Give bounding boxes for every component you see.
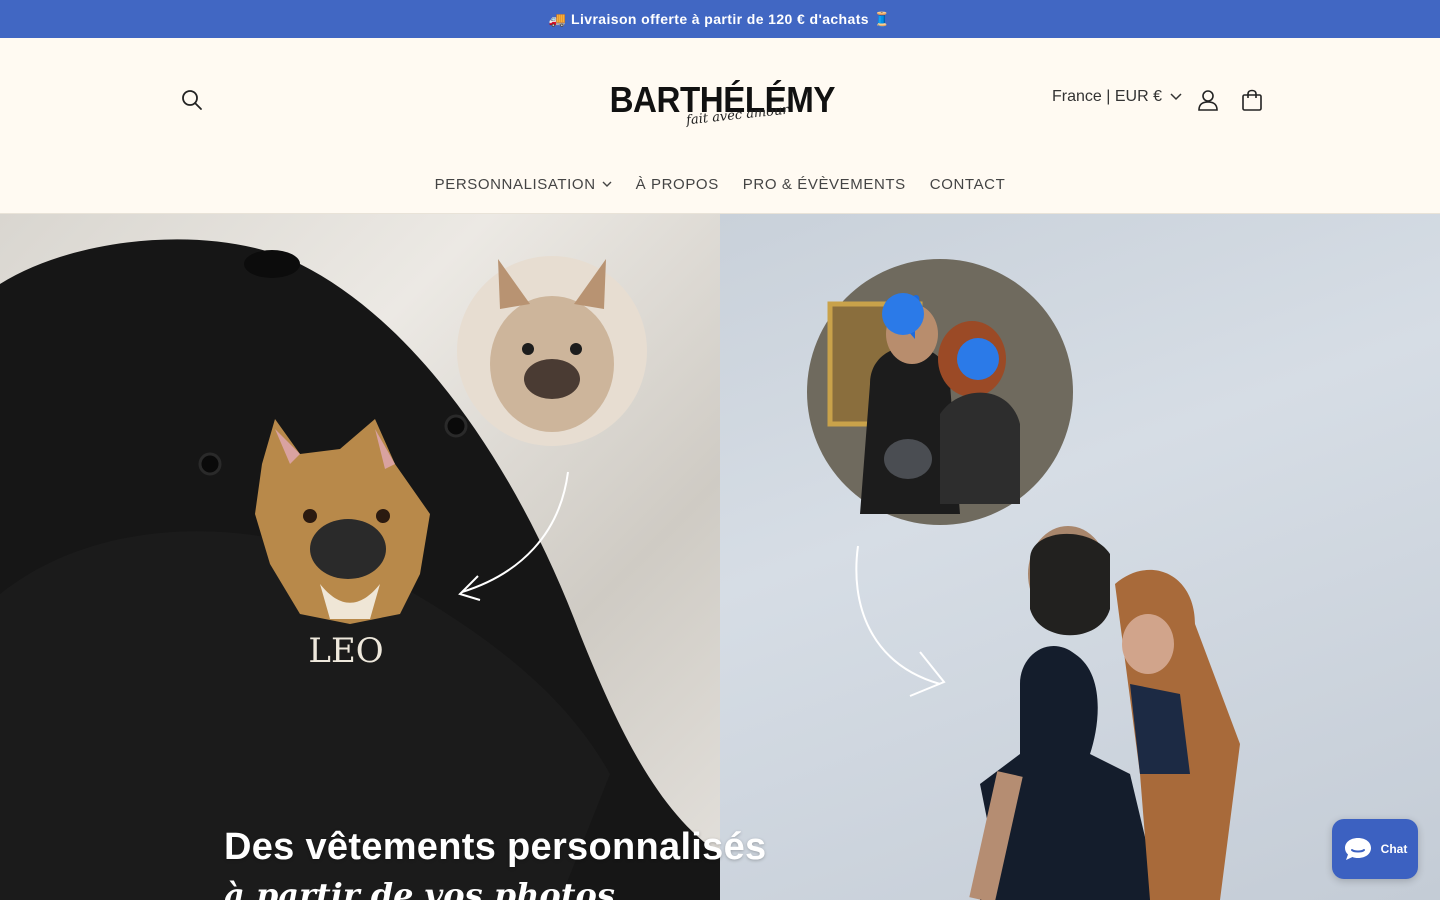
announcement-text: 🚚 Livraison offerte à partir de 120 € d'… — [548, 10, 892, 27]
shirt-illustration — [807, 259, 1240, 900]
nav-item-label: PERSONNALISATION — [434, 176, 596, 193]
site-logo[interactable]: BARTHÉLÉMY fait avec amour — [600, 78, 840, 136]
chat-bubble-icon — [1344, 838, 1371, 860]
chevron-down-icon — [602, 181, 612, 187]
shopping-bag-icon — [1242, 89, 1262, 111]
country-selector-label: France | EUR € — [1052, 88, 1162, 105]
cap-illustration: LEO — [0, 239, 720, 900]
chevron-down-icon — [1170, 93, 1182, 101]
chat-button[interactable]: Chat — [1332, 819, 1418, 879]
nav-item-pro-evenements[interactable]: PRO & ÉVÈVEMENTS — [731, 170, 918, 199]
nav-item-contact[interactable]: CONTACT — [918, 170, 1018, 199]
search-button[interactable] — [172, 80, 212, 120]
cart-button[interactable] — [1232, 80, 1272, 120]
nav-item-a-propos[interactable]: À PROPOS — [624, 170, 731, 199]
main-nav: PERSONNALISATION À PROPOS PRO & ÉVÈVEMEN… — [0, 170, 1440, 199]
country-selector[interactable]: France | EUR € — [1052, 88, 1182, 106]
chat-label: Chat — [1380, 842, 1408, 856]
nav-item-label: À PROPOS — [635, 176, 719, 193]
nav-item-personnalisation[interactable]: PERSONNALISATION — [423, 170, 624, 199]
nav-item-label: CONTACT — [929, 176, 1006, 193]
cap-name-text: LEO — [308, 631, 383, 671]
account-button[interactable] — [1188, 80, 1228, 120]
site-header: BARTHÉLÉMY fait avec amour France | EUR … — [0, 38, 1440, 214]
search-icon — [182, 90, 202, 110]
nav-item-label: PRO & ÉVÈVEMENTS — [742, 176, 906, 193]
hero-subtitle: à partir de vos photos — [224, 876, 615, 900]
hero-title: Des vêtements personnalisés — [224, 826, 767, 868]
user-icon — [1198, 90, 1218, 111]
hero-banner[interactable]: LEO Des vêtements personnalisés à partir… — [0, 214, 1440, 900]
announcement-bar: 🚚 Livraison offerte à partir de 120 € d'… — [0, 0, 1440, 38]
